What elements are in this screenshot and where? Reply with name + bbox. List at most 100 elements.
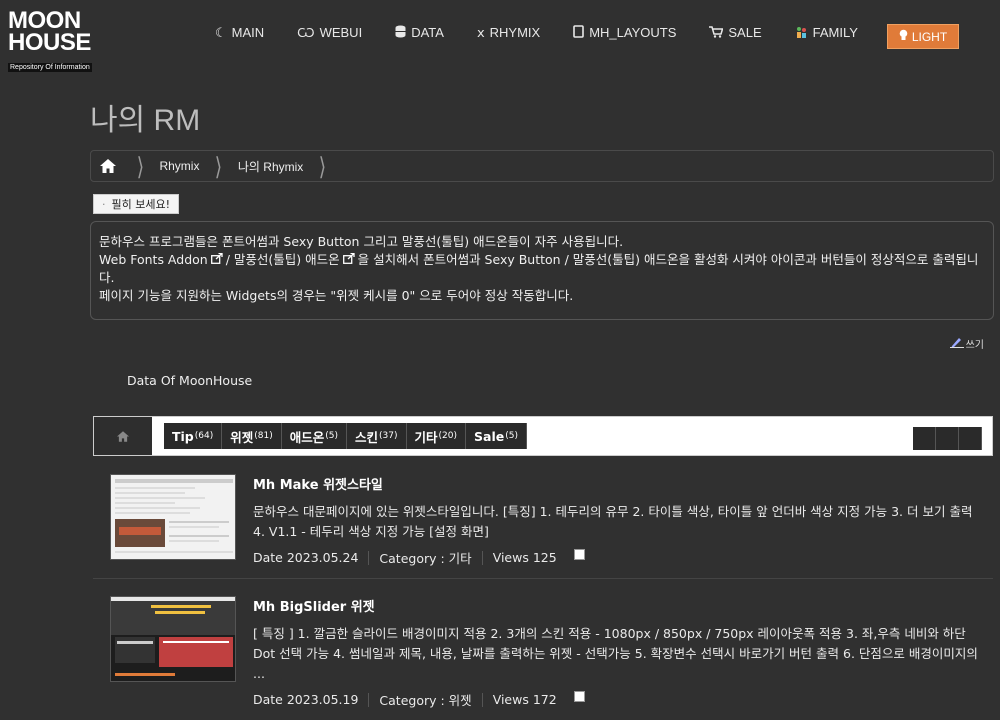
notice-line: 문하우스 프로그램들은 폰트어썸과 Sexy Button 그리고 말풍선(툴팁…: [99, 234, 624, 249]
nav-label: SALE: [728, 25, 762, 40]
category-count: (20): [438, 431, 458, 441]
breadcrumb-separator: ❭: [317, 153, 328, 178]
nav-item-webui[interactable]: Ѡ WEBUI: [297, 25, 362, 40]
must-read-button[interactable]: · 필히 보세요!: [93, 194, 180, 214]
nav-item-mh-layouts[interactable]: MH_LAYOUTS: [573, 25, 676, 40]
nav-label: WEBUI: [319, 25, 363, 40]
meta-divider: [368, 550, 370, 565]
category-label: 위젯: [230, 429, 254, 445]
nav-label: MH_LAYOUTS: [589, 25, 677, 40]
breadcrumb-item-my-rhymix[interactable]: 나의 Rhymix: [234, 158, 307, 175]
category-tab-etc[interactable]: 기타 (20): [406, 423, 467, 449]
tablet-icon: [573, 25, 585, 40]
post-body: Mh BigSlider 위젯 [ 특징 ] 1. 깔금한 슬라이드 배경이미지…: [253, 596, 983, 709]
family-icon: [795, 26, 808, 40]
notice-line: Web Fonts Addon / 말풍선(툴팁) 애드온 을 설치해서 폰트어썸과…: [99, 251, 985, 287]
category-count: (64): [194, 431, 214, 441]
post-meta: Date 2023.05.19 Category : 위젯 Views 172: [253, 690, 983, 709]
post-meta: Date 2023.05.24 Category : 기타 Views 125: [253, 548, 983, 567]
category-label: Sale: [474, 428, 505, 444]
web-fonts-addon-link[interactable]: Web Fonts Addon: [99, 252, 208, 267]
write-button[interactable]: 쓰기: [949, 336, 984, 351]
home-icon: [117, 427, 129, 446]
category-count: (37): [379, 431, 398, 441]
category-label: 스킨: [355, 429, 379, 445]
breadcrumb: ❭ Rhymix ❭ 나의 Rhymix ❭: [90, 150, 994, 182]
view-gallery-button[interactable]: [959, 427, 982, 450]
light-mode-label: LIGHT: [911, 29, 948, 44]
view-mode-buttons: [913, 427, 982, 450]
home-icon[interactable]: [91, 159, 125, 173]
post-category: Category : 기타: [379, 551, 472, 566]
light-mode-button[interactable]: LIGHT: [887, 24, 959, 49]
logo-tagline: Repository Of Information: [8, 63, 92, 72]
category-count: (5): [505, 431, 518, 441]
meta-divider: [368, 692, 370, 707]
nav-label: RHYMIX: [489, 25, 541, 40]
nav-item-data[interactable]: DATA: [395, 25, 444, 40]
post-category: Category : 위젯: [379, 693, 472, 708]
meta-divider: [481, 550, 483, 565]
rhymix-icon: ⅹ: [476, 25, 485, 40]
webui-icon: Ѡ: [297, 25, 315, 40]
post-thumbnail[interactable]: [110, 596, 236, 682]
category-tab-skin[interactable]: 스킨 (37): [347, 423, 407, 449]
view-webzine-button[interactable]: [936, 427, 959, 450]
nav-label: MAIN: [231, 25, 265, 40]
category-tab-addon[interactable]: 애드온 (5): [281, 423, 348, 449]
nav-item-family[interactable]: FAMILY: [795, 25, 858, 40]
logo-line2: HOUSE: [8, 29, 91, 56]
category-label: Tip: [172, 428, 194, 444]
post-views: Views 125: [492, 550, 557, 565]
nav-item-rhymix[interactable]: ⅹ RHYMIX: [477, 25, 540, 40]
post-title[interactable]: Mh BigSlider 위젯: [253, 596, 983, 615]
post-date: Date 2023.05.19: [253, 692, 359, 707]
cart-icon: [709, 25, 724, 40]
notice-box: 문하우스 프로그램들은 폰트어썸과 Sexy Button 그리고 말풍선(툴팁…: [90, 221, 994, 320]
post-description[interactable]: 문하우스 대문페이지에 있는 위젯스타일입니다. [특징] 1. 테두리의 유무…: [253, 502, 983, 542]
lightbulb-icon: [899, 29, 908, 44]
post-select-checkbox[interactable]: [573, 691, 585, 702]
category-count: (81): [254, 431, 273, 441]
external-link-icon[interactable]: [342, 251, 355, 269]
nav-item-main[interactable]: ☾ MAIN: [215, 25, 264, 40]
moon-icon: ☾: [215, 25, 227, 40]
site-logo[interactable]: MOON HOUSE Repository Of Information: [8, 9, 94, 73]
post-thumbnail[interactable]: [110, 474, 236, 560]
meta-divider: [481, 692, 483, 707]
category-tab-widget[interactable]: 위젯 (81): [222, 423, 282, 449]
category-label: 기타: [414, 429, 438, 445]
nav-label: DATA: [411, 25, 444, 40]
category-tab-tip[interactable]: Tip (64): [164, 423, 223, 449]
write-label: 쓰기: [965, 340, 984, 351]
breadcrumb-item-rhymix[interactable]: Rhymix: [155, 159, 203, 173]
database-icon: [395, 25, 406, 40]
list-divider: [93, 578, 993, 579]
breadcrumb-separator: ❭: [135, 153, 145, 178]
breadcrumb-separator: ❭: [214, 153, 224, 178]
page-title: 나의 RM: [90, 104, 201, 137]
must-read-label: 필히 보세요!: [111, 198, 171, 211]
nav-label: FAMILY: [812, 25, 858, 40]
post-date: Date 2023.05.24: [253, 550, 359, 565]
category-tabs: Tip (64) 위젯 (81) 애드온 (5) 스킨 (37) 기타 (20) Sale…: [164, 423, 527, 449]
category-label: 애드온: [289, 429, 325, 445]
main-nav: ☾ MAIN Ѡ WEBUI DATA ⅹ RHYMIX MH_LAYOUTS …: [215, 25, 891, 40]
post-description[interactable]: [ 특징 ] 1. 깔금한 슬라이드 배경이미지 적용 2. 3개의 스킨 적용…: [253, 624, 983, 684]
nav-item-sale[interactable]: SALE: [709, 25, 762, 40]
pencil-icon: [949, 336, 964, 351]
post-title[interactable]: Mh Make 위젯스타일: [253, 474, 983, 493]
tooltip-addon-link[interactable]: / 말풍선(툴팁) 애드온: [226, 252, 340, 267]
post-body: Mh Make 위젯스타일 문하우스 대문페이지에 있는 위젯스타일입니다. […: [253, 474, 983, 567]
category-count: (5): [325, 431, 339, 441]
view-list-button[interactable]: [913, 427, 936, 450]
category-bar: Tip (64) 위젯 (81) 애드온 (5) 스킨 (37) 기타 (20) Sale…: [93, 416, 993, 456]
category-tab-sale[interactable]: Sale (5): [466, 423, 527, 449]
post-select-checkbox[interactable]: [573, 549, 585, 560]
external-link-icon[interactable]: [210, 251, 223, 269]
notice-line: 페이지 기능을 지원하는 Widgets의 경우는 "위젯 케시를 0" 으로 …: [99, 288, 574, 303]
category-home-button[interactable]: [94, 417, 152, 455]
bullet-icon: ·: [102, 197, 106, 211]
board-title: Data Of MoonHouse: [127, 373, 253, 388]
post-views: Views 172: [492, 692, 557, 707]
